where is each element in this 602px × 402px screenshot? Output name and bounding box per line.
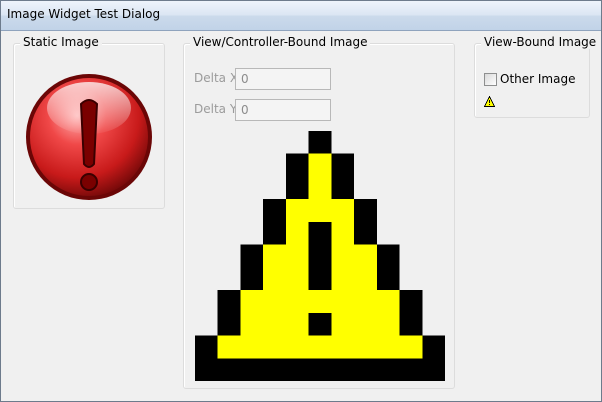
delta-x-field[interactable]: 0: [235, 68, 331, 90]
view-image-group: View-Bound Image Other Image: [474, 35, 600, 118]
warning-icon: [195, 131, 445, 381]
title-bar[interactable]: Image Widget Test Dialog: [1, 1, 601, 31]
dialog-window: Image Widget Test Dialog Static Image Vi…: [0, 0, 602, 402]
static-image-group: Static Image: [13, 35, 165, 209]
window-title: Image Widget Test Dialog: [7, 7, 161, 21]
error-exclamation-icon: [26, 74, 152, 200]
warning-icon-small: [484, 96, 495, 107]
controller-image-group-title: View/Controller-Bound Image: [190, 35, 371, 49]
delta-y-field[interactable]: 0: [235, 99, 331, 121]
delta-x-label: Delta X: [194, 71, 239, 85]
static-image-group-title: Static Image: [20, 35, 102, 49]
other-image-checkbox-label[interactable]: Other Image: [500, 72, 575, 86]
controller-image-group: View/Controller-Bound Image Delta X 0 De…: [183, 35, 455, 389]
other-image-checkbox[interactable]: [484, 73, 497, 86]
delta-y-label: Delta Y: [194, 102, 238, 116]
view-image-group-title: View-Bound Image: [481, 35, 600, 49]
